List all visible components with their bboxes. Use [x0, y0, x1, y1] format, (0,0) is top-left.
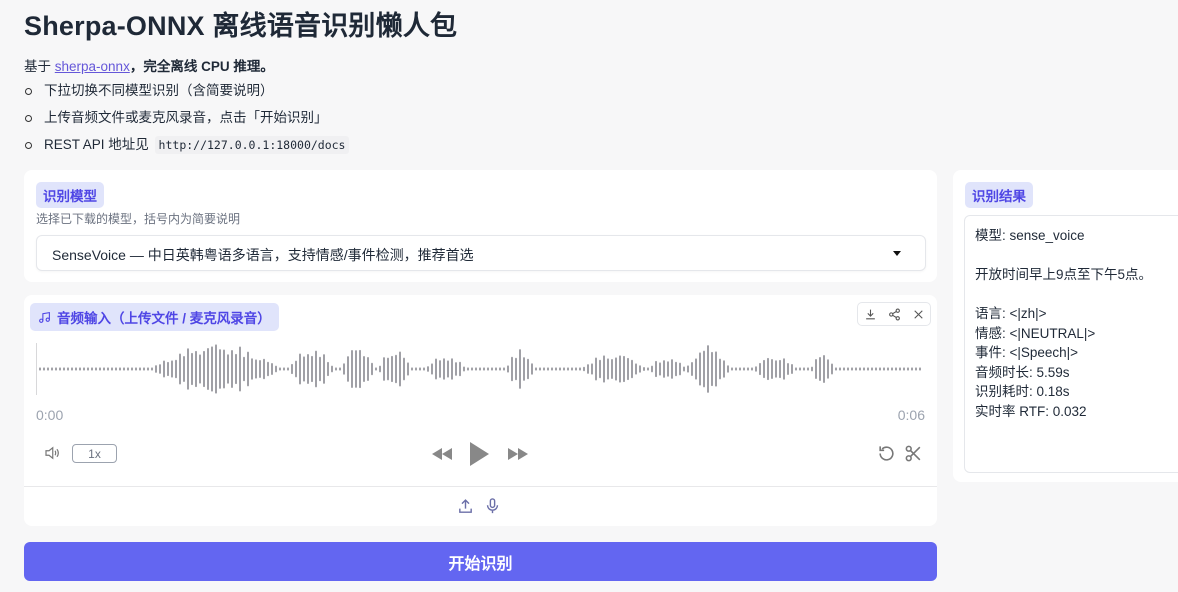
audio-toolbar [857, 302, 931, 326]
audio-waveform[interactable] [36, 341, 922, 397]
model-hint: 选择已下载的模型，括号内为简要说明 [36, 212, 241, 226]
intro-text: 基于 sherpa-onnx，完全离线 CPU 推理。 [24, 55, 274, 75]
sherpa-onnx-link[interactable]: sherpa-onnx [55, 59, 130, 74]
model-dropdown[interactable]: SenseVoice — 中日英韩粤语多语言，支持情感/事件检测，推荐首选 [36, 235, 926, 271]
reset-icon[interactable] [875, 443, 897, 463]
result-label: 识别结果 [965, 182, 1033, 208]
audio-panel: 音频输入（上传文件 / 麦克风录音） 0:00 0:06 1x [24, 295, 937, 526]
list-item: 上传音频文件或麦克风录音，点击「开始识别」 [24, 107, 349, 134]
divider [24, 486, 937, 487]
result-model: 模型: sense_voice [975, 228, 1085, 243]
list-item: REST API 地址见 http://127.0.0.1:18000/docs [24, 134, 350, 161]
audio-label-chip: 音频输入（上传文件 / 麦克风录音） [30, 303, 279, 331]
feature-list: 下拉切换不同模型识别（含简要说明） 上传音频文件或麦克风录音，点击「开始识别」 … [24, 80, 350, 161]
model-panel: 识别模型 选择已下载的模型，括号内为简要说明 SenseVoice — 中日英韩… [24, 170, 937, 282]
close-icon[interactable] [908, 304, 928, 324]
playback-controls: 1x [24, 438, 937, 468]
result-emotion: 情感: <|NEUTRAL|> [975, 325, 1096, 341]
chevron-down-icon [893, 251, 901, 256]
model-label: 识别模型 [36, 182, 104, 208]
page-title: Sherpa-ONNX 离线语音识别懒人包 [24, 11, 458, 41]
list-item: 下拉切换不同模型识别（含简要说明） [24, 80, 349, 107]
result-panel: 识别结果 模型: sense_voice 开放时间早上9点至下午5点。 语言: … [953, 170, 1178, 482]
result-event: 事件: <|Speech|> [975, 345, 1079, 360]
rewind-icon[interactable] [429, 444, 455, 464]
time-end: 0:06 [897, 407, 925, 423]
microphone-icon[interactable] [482, 496, 502, 516]
share-icon[interactable] [884, 304, 904, 324]
result-textbox[interactable]: 模型: sense_voice 开放时间早上9点至下午5点。 语言: <|zh|… [964, 215, 1178, 473]
play-icon[interactable] [465, 439, 493, 469]
fast-forward-icon[interactable] [505, 444, 531, 464]
start-recognition-button[interactable]: 开始识别 [24, 542, 937, 581]
upload-icon[interactable] [455, 496, 475, 516]
audio-label: 音频输入（上传文件 / 麦克风录音） [57, 311, 271, 326]
music-note-icon [39, 311, 50, 323]
volume-icon[interactable] [40, 443, 64, 463]
result-text: 开放时间早上9点至下午5点。 [975, 267, 1153, 282]
time-start: 0:00 [36, 407, 64, 423]
trim-icon[interactable] [902, 443, 924, 463]
result-duration: 音频时长: 5.59s [975, 364, 1070, 380]
result-language: 语言: <|zh|> [975, 306, 1047, 321]
model-dropdown-value: SenseVoice — 中日英韩粤语多语言，支持情感/事件检测，推荐首选 [52, 247, 474, 263]
intro-prefix: 基于 [24, 59, 55, 74]
intro-bold: ，完全离线 CPU 推理。 [129, 59, 274, 74]
playback-speed-button[interactable]: 1x [72, 444, 117, 463]
api-url-code: http://127.0.0.1:18000/docs [154, 136, 350, 154]
download-icon[interactable] [860, 304, 880, 324]
result-rtf: 实时率 RTF: 0.032 [975, 403, 1087, 419]
result-elapsed: 识别耗时: 0.18s [975, 384, 1070, 399]
